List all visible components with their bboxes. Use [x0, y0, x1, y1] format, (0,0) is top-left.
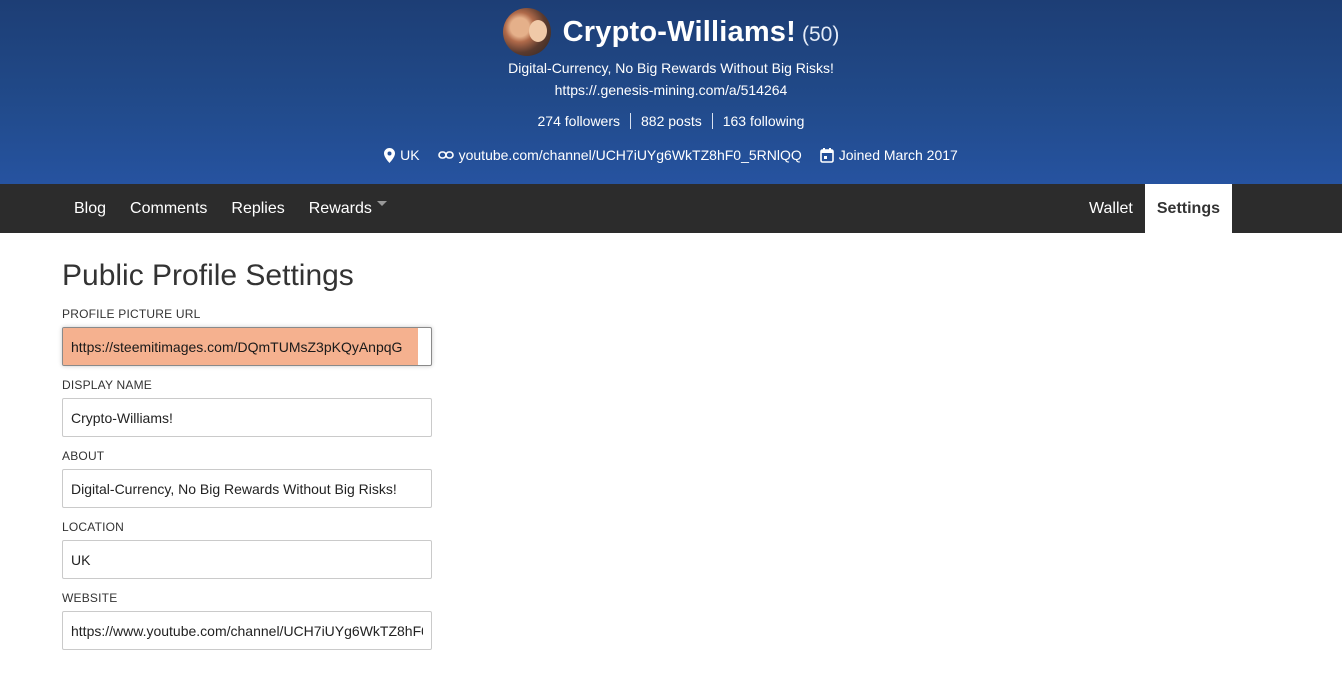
nav-blog[interactable]: Blog [62, 184, 118, 233]
reputation-score: (50) [802, 22, 840, 46]
location-input[interactable] [62, 540, 432, 579]
nav-left: Blog Comments Replies Rewards [62, 184, 399, 233]
display-name-input[interactable] [62, 398, 432, 437]
caret-down-icon [376, 201, 387, 206]
following-count[interactable]: 163 following [711, 113, 815, 129]
field-profile-picture: PROFILE PICTURE URL [62, 307, 1280, 366]
location-label: LOCATION [62, 520, 125, 534]
profile-picture-url-input[interactable] [62, 327, 432, 366]
settings-content: Public Profile Settings PROFILE PICTURE … [0, 233, 1342, 650]
nav-settings[interactable]: Settings [1144, 184, 1232, 233]
field-location: LOCATION [62, 520, 1280, 579]
website-label: WEBSITE [62, 591, 118, 605]
field-display-name: DISPLAY NAME [62, 378, 1280, 437]
followers-count[interactable]: 274 followers [528, 113, 631, 129]
profile-link[interactable]: https://.genesis-mining.com/a/514264 [0, 82, 1342, 98]
field-website: WEBSITE [62, 591, 1280, 650]
link-icon [437, 150, 454, 160]
location-text: UK [400, 147, 420, 163]
profile-header: Crypto-Williams! (50) Digital-Currency, N… [0, 0, 1342, 184]
website-input[interactable] [62, 611, 432, 650]
profile-picture-label: PROFILE PICTURE URL [62, 307, 201, 321]
profile-nav: Blog Comments Replies Rewards Wallet Set… [0, 184, 1342, 233]
location-pin-icon [384, 147, 396, 163]
nav-comments[interactable]: Comments [118, 184, 219, 233]
profile-title-row: Crypto-Williams! (50) [0, 8, 1342, 56]
profile-stats: 274 followers 882 posts 163 following [0, 113, 1342, 129]
about-input[interactable] [62, 469, 432, 508]
page-title: Public Profile Settings [62, 259, 354, 292]
nav-replies[interactable]: Replies [219, 184, 296, 233]
profile-about: Digital-Currency, No Big Rewards Without… [508, 60, 834, 76]
about-label: ABOUT [62, 449, 105, 463]
profile-website[interactable]: youtube.com/channel/UCH7iUYg6WkTZ8hF0_5R… [437, 147, 802, 163]
nav-right: Wallet Settings [1077, 184, 1232, 233]
profile-meta: UK youtube.com/channel/UCH7iUYg6WkTZ8hF0… [0, 147, 1342, 163]
calendar-icon [819, 147, 834, 163]
website-text[interactable]: youtube.com/channel/UCH7iUYg6WkTZ8hF0_5R… [459, 147, 802, 163]
nav-rewards[interactable]: Rewards [297, 184, 399, 233]
joined-text: Joined March 2017 [838, 147, 958, 163]
profile-joined: Joined March 2017 [819, 147, 958, 163]
field-about: ABOUT [62, 449, 1280, 508]
display-name-label: DISPLAY NAME [62, 378, 152, 392]
posts-count[interactable]: 882 posts [630, 113, 712, 129]
nav-wallet[interactable]: Wallet [1077, 184, 1145, 233]
profile-display-name: Crypto-Williams! [562, 15, 796, 48]
avatar[interactable] [502, 8, 551, 56]
nav-rewards-label: Rewards [308, 199, 372, 217]
profile-location: UK [384, 147, 420, 163]
